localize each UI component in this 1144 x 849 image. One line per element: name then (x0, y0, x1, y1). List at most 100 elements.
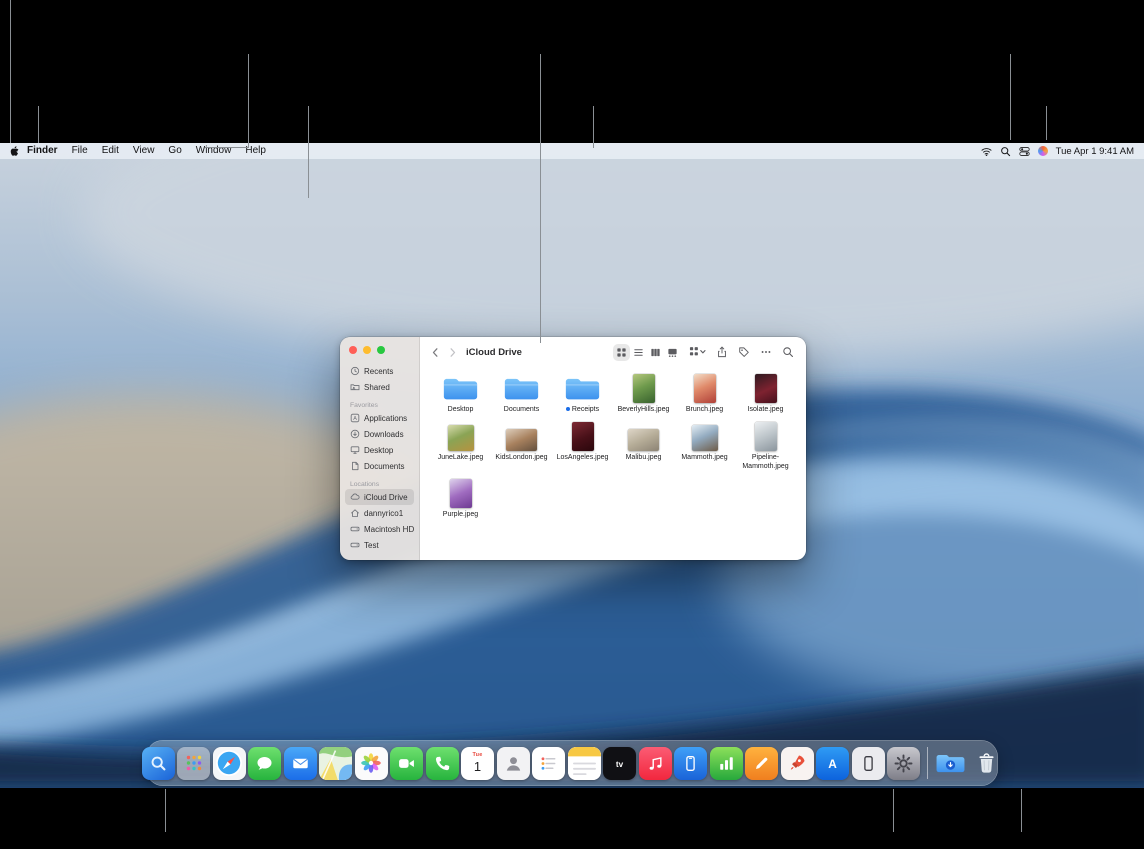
siri-icon[interactable] (1038, 146, 1048, 156)
sidebar-item-documents[interactable]: Documents (345, 458, 414, 474)
svg-text:A: A (353, 416, 357, 422)
dock-icon-phone[interactable] (426, 747, 459, 780)
dock-icon-pages[interactable] (745, 747, 778, 780)
file-label: Brunch.jpeg (686, 406, 723, 414)
file-label: Receipts (566, 406, 599, 414)
file-receipts[interactable]: Receipts (552, 371, 613, 414)
file-grid: DesktopDocuments Receipts BeverlyHills.jpe… (420, 367, 806, 519)
file-desktop[interactable]: Desktop (430, 371, 491, 414)
dock-icon-launchpad[interactable] (177, 747, 210, 780)
file-brunch-jpeg[interactable]: Brunch.jpeg (674, 371, 735, 414)
file-kidslondon-jpeg[interactable]: KidsLondon.jpeg (491, 419, 552, 471)
control-center-icon[interactable] (1019, 146, 1030, 157)
callout-dock-app (165, 789, 166, 832)
dock-icon-notes[interactable] (568, 747, 601, 780)
sidebar-item-test[interactable]: Test (345, 537, 414, 553)
apple-menu[interactable] (10, 146, 19, 157)
back-button[interactable] (430, 347, 441, 358)
dock-icon-music[interactable] (639, 747, 672, 780)
zoom-button[interactable] (377, 346, 385, 354)
search-button[interactable] (780, 344, 796, 360)
wifi-icon[interactable] (981, 146, 992, 157)
file-purple-jpeg[interactable]: Purple.jpeg (430, 476, 491, 519)
dock-icon-trash[interactable] (970, 747, 1003, 780)
app-menu-finder[interactable]: Finder (24, 143, 65, 159)
dock-icon-maps[interactable] (319, 747, 352, 780)
desktop-icon (350, 445, 360, 455)
dock-icon-reminders[interactable] (532, 747, 565, 780)
menu-window[interactable]: Window (189, 143, 239, 159)
view-columns-button[interactable] (647, 344, 664, 361)
file-beverlyhills-jpeg[interactable]: BeverlyHills.jpeg (613, 371, 674, 414)
sidebar-item-dannyrico1[interactable]: dannyrico1 (345, 505, 414, 521)
share-button[interactable] (714, 344, 730, 360)
dock-icon-podcasts-rocket[interactable] (781, 747, 814, 780)
sidebar-item-label: Downloads (364, 430, 404, 439)
image-thumbnail (755, 419, 777, 451)
dock-icon-iphone-mirroring[interactable] (674, 747, 707, 780)
dock-icon-calendar[interactable]: Tue1 (461, 747, 494, 780)
view-icons-button[interactable] (613, 344, 630, 361)
sidebar-item-macintosh-hd[interactable]: Macintosh HD (345, 521, 414, 537)
forward-button[interactable] (447, 347, 458, 358)
dock-icon-iphone[interactable] (852, 747, 885, 780)
view-gallery-button[interactable] (664, 344, 681, 361)
dock-icon-photos[interactable] (355, 747, 388, 780)
sidebar-item-label: Desktop (364, 446, 393, 455)
sidebar-section-favorites: Favorites (345, 402, 414, 409)
dock-icon-contacts[interactable] (497, 747, 530, 780)
dock-icon-downloads[interactable] (934, 747, 967, 780)
sidebar-item-recents[interactable]: Recents (345, 363, 414, 379)
file-mammoth-jpeg[interactable]: Mammoth.jpeg (674, 419, 735, 471)
sidebar-item-downloads[interactable]: Downloads (345, 426, 414, 442)
file-junelake-jpeg[interactable]: JuneLake.jpeg (430, 419, 491, 471)
dock-icon-numbers[interactable] (710, 747, 743, 780)
file-losangeles-jpeg[interactable]: LosAngeles.jpeg (552, 419, 613, 471)
dock-icon-safari[interactable] (213, 747, 246, 780)
thumbnail (694, 374, 716, 403)
menu-help[interactable]: Help (238, 143, 273, 159)
file-documents[interactable]: Documents (491, 371, 552, 414)
dock-icon-system-settings[interactable] (887, 747, 920, 780)
menu-view[interactable]: View (126, 143, 162, 159)
more-button[interactable] (758, 344, 774, 360)
sidebar-item-shared[interactable]: Shared (345, 379, 414, 395)
folder-icon (564, 371, 601, 403)
group-button[interactable] (687, 344, 708, 360)
callout-menu-bar-tick (205, 147, 249, 148)
dock-icon-finder-preview[interactable] (142, 747, 175, 780)
sidebar-item-icloud-drive[interactable]: iCloud Drive (345, 489, 414, 505)
sidebar-section-locations: Locations (345, 481, 414, 488)
window-controls (349, 346, 385, 354)
sidebar-item-desktop[interactable]: Desktop (345, 442, 414, 458)
sidebar-item-applications[interactable]: AApplications (345, 410, 414, 426)
close-button[interactable] (349, 346, 357, 354)
dock-icon-app-store[interactable]: A (816, 747, 849, 780)
dock-icon-messages[interactable] (248, 747, 281, 780)
image-thumbnail (692, 419, 718, 451)
image-thumbnail (755, 371, 777, 403)
dock-icon-facetime[interactable] (390, 747, 423, 780)
view-list-button[interactable] (630, 344, 647, 361)
menu-go[interactable]: Go (161, 143, 188, 159)
spotlight-icon[interactable] (1000, 146, 1011, 157)
thumbnail (633, 374, 655, 403)
file-pipeline-mammoth-jpeg[interactable]: Pipeline-Mammoth.jpeg (735, 419, 796, 471)
file-label: KidsLondon.jpeg (495, 454, 547, 462)
calendar-day: 1 (474, 760, 481, 773)
file-malibu-jpeg[interactable]: Malibu.jpeg (613, 419, 674, 471)
file-label: Mammoth.jpeg (681, 454, 727, 462)
image-thumbnail (694, 371, 716, 403)
dock-icon-mail[interactable] (284, 747, 317, 780)
callout-control-center (1046, 106, 1047, 140)
dock-icon-tv[interactable]: tv (603, 747, 636, 780)
tags-button[interactable] (736, 344, 752, 360)
image-thumbnail (633, 371, 655, 403)
menu-edit[interactable]: Edit (95, 143, 126, 159)
callout-finder-window (540, 54, 541, 343)
minimize-button[interactable] (363, 346, 371, 354)
menu-file[interactable]: File (65, 143, 95, 159)
menubar-clock[interactable]: Tue Apr 1 9:41 AM (1056, 146, 1134, 157)
svg-text:A: A (828, 757, 837, 771)
file-isolate-jpeg[interactable]: Isolate.jpeg (735, 371, 796, 414)
